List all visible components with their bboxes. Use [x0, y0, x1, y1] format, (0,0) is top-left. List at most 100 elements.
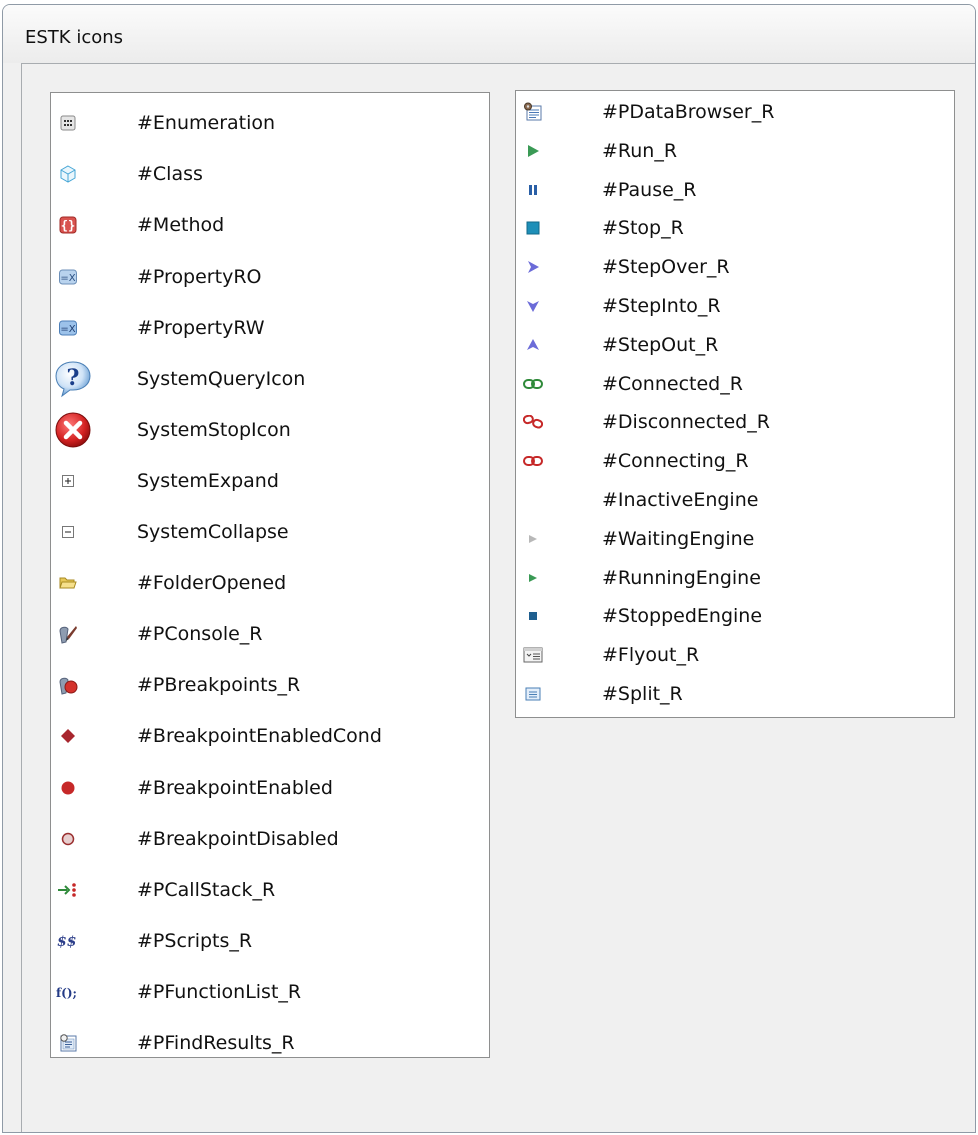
split-icon	[521, 682, 545, 706]
list-item[interactable]: #Connecting_R	[516, 442, 954, 481]
item-label: SystemStopIcon	[137, 418, 291, 441]
item-label: #Run_R	[602, 140, 678, 163]
breakpoints-icon	[56, 673, 80, 697]
item-label: #InactiveEngine	[602, 489, 759, 512]
item-label: #Class	[137, 162, 203, 185]
list-item[interactable]: =X #PropertyRO	[51, 251, 489, 302]
svg-text:{}: {}	[61, 218, 75, 232]
item-label: #PConsole_R	[137, 622, 263, 645]
list-item[interactable]: #InactiveEngine	[516, 481, 954, 520]
scripts-icon: $$	[56, 929, 80, 953]
breakpoint-enabled-cond-icon	[56, 724, 80, 748]
class-icon	[56, 162, 80, 186]
item-label: #Flyout_R	[602, 644, 700, 667]
console-icon	[56, 622, 80, 646]
list-item[interactable]: $$ #PScripts_R	[51, 915, 489, 966]
list-item[interactable]: #StoppedEngine	[516, 597, 954, 636]
item-label: #Disconnected_R	[602, 411, 770, 434]
list-item[interactable]: #Stop_R	[516, 209, 954, 248]
list-item[interactable]: #Disconnected_R	[516, 403, 954, 442]
list-item[interactable]: f(); #PFunctionList_R	[51, 966, 489, 1017]
list-item[interactable]: #Run_R	[516, 132, 954, 171]
system-collapse-icon	[56, 520, 80, 544]
list-item[interactable]: #Pause_R	[516, 171, 954, 210]
list-item[interactable]: #PConsole_R	[51, 608, 489, 659]
list-item[interactable]: #PFindResults_R	[51, 1017, 489, 1068]
svg-text:=X: =X	[60, 324, 75, 335]
list-item[interactable]: #PDataBrowser_R	[516, 93, 954, 132]
svg-text:f();: f();	[56, 986, 77, 1000]
item-label: #FolderOpened	[137, 571, 287, 594]
item-label: #PropertyRO	[137, 265, 262, 288]
list-item[interactable]: #PBreakpoints_R	[51, 659, 489, 710]
item-label: #Method	[137, 213, 225, 236]
list-item[interactable]: =X #PropertyRW	[51, 302, 489, 353]
list-item[interactable]: #Class	[51, 148, 489, 199]
list-item[interactable]: #BreakpointDisabled	[51, 813, 489, 864]
breakpoint-disabled-icon	[56, 827, 80, 851]
item-label: #RunningEngine	[602, 567, 761, 590]
right-icon-list: #PDataBrowser_R #Run_R #Pause_R #Stop_R	[515, 90, 955, 718]
call-stack-icon	[56, 878, 80, 902]
item-label: SystemCollapse	[137, 520, 289, 543]
item-label: #PBreakpoints_R	[137, 673, 301, 696]
pause-icon	[521, 178, 545, 202]
connected-icon	[521, 372, 545, 396]
list-item[interactable]: SystemStopIcon	[51, 404, 489, 455]
waiting-engine-icon	[521, 527, 545, 551]
item-label: #StepOver_R	[602, 256, 730, 279]
item-label: #PFindResults_R	[137, 1031, 295, 1054]
list-item[interactable]: #StepInto_R	[516, 287, 954, 326]
folder-opened-icon	[56, 571, 80, 595]
list-item[interactable]: #Connected_R	[516, 365, 954, 404]
list-item[interactable]: #StepOver_R	[516, 248, 954, 287]
list-item[interactable]: #WaitingEngine	[516, 520, 954, 559]
left-icon-list: #Enumeration #Class {} #Method =X #Prope…	[50, 92, 490, 1058]
list-item[interactable]: #Split_R	[516, 675, 954, 714]
item-label: #StepInto_R	[602, 295, 721, 318]
run-icon	[521, 139, 545, 163]
item-label: #Connecting_R	[602, 450, 749, 473]
property-ro-icon: =X	[56, 265, 80, 289]
stop-icon	[521, 216, 545, 240]
item-label: #Stop_R	[602, 217, 684, 240]
inactive-engine-icon	[521, 488, 545, 512]
disconnected-icon	[521, 410, 545, 434]
list-item[interactable]: #BreakpointEnabledCond	[51, 710, 489, 761]
step-out-icon	[521, 333, 545, 357]
item-label: #Pause_R	[602, 179, 697, 202]
breakpoint-enabled-icon	[56, 776, 80, 800]
window-client-area: #Enumeration #Class {} #Method =X #Prope…	[21, 63, 975, 1132]
system-expand-icon	[56, 469, 80, 493]
window-title: ESTK icons	[25, 27, 124, 48]
item-label: #Enumeration	[137, 111, 276, 134]
item-label: #BreakpointDisabled	[137, 827, 339, 850]
item-label: #StepOut_R	[602, 334, 719, 357]
list-item[interactable]: #Enumeration	[51, 97, 489, 148]
item-label: #WaitingEngine	[602, 528, 755, 551]
property-rw-icon: =X	[56, 316, 80, 340]
system-query-icon: ?	[54, 360, 92, 398]
item-label: #PCallStack_R	[137, 878, 276, 901]
list-item[interactable]: #StepOut_R	[516, 326, 954, 365]
item-label: SystemExpand	[137, 469, 279, 492]
running-engine-icon	[521, 566, 545, 590]
item-label: #PFunctionList_R	[137, 980, 302, 1003]
list-item[interactable]: SystemExpand	[51, 455, 489, 506]
list-item[interactable]: #Flyout_R	[516, 636, 954, 675]
step-over-icon	[521, 255, 545, 279]
list-item[interactable]: #BreakpointEnabled	[51, 762, 489, 813]
list-item[interactable]: #PCallStack_R	[51, 864, 489, 915]
item-label: #BreakpointEnabled	[137, 776, 333, 799]
function-list-icon: f();	[56, 980, 80, 1004]
item-label: SystemQueryIcon	[137, 367, 306, 390]
list-item[interactable]: #RunningEngine	[516, 559, 954, 598]
item-label: #PScripts_R	[137, 929, 253, 952]
list-item[interactable]: #FolderOpened	[51, 557, 489, 608]
title-bar[interactable]: ESTK icons	[3, 5, 975, 63]
list-item[interactable]: ? SystemQueryIcon	[51, 353, 489, 404]
list-item[interactable]: SystemCollapse	[51, 506, 489, 557]
svg-text:=X: =X	[60, 273, 75, 284]
item-label: #Split_R	[602, 683, 683, 706]
list-item[interactable]: {} #Method	[51, 199, 489, 250]
